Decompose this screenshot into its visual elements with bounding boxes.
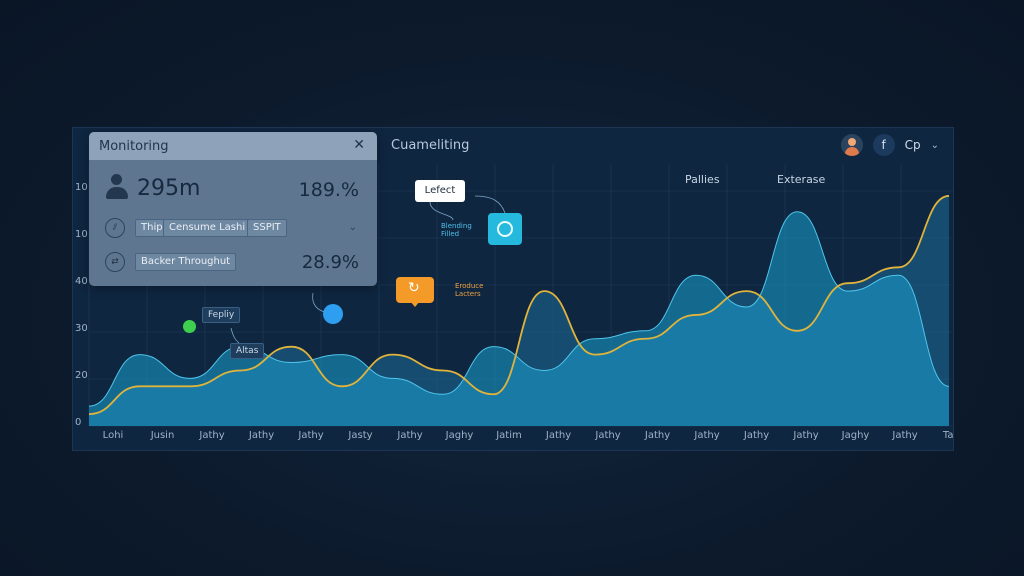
chip-backer[interactable]: Backer Throughut: [135, 253, 237, 271]
x-tick-label: Jathy: [199, 430, 225, 441]
x-tick-label: Jathy: [644, 430, 671, 441]
x-tick-label: Jathy: [595, 430, 621, 441]
x-tick-label: Jathy: [248, 430, 275, 441]
y-tick-label: 0: [75, 417, 82, 428]
secondary-percent: 28.9%: [301, 252, 359, 273]
user-icon: [105, 174, 129, 200]
row-chevron-icon[interactable]: ⌄: [349, 222, 357, 233]
close-icon[interactable]: ✕: [353, 137, 365, 153]
primary-value: 295m: [137, 176, 201, 201]
tag-fepliy[interactable]: Fepliy: [202, 307, 241, 323]
throughput-icon: ⇄: [105, 252, 125, 272]
y-tick-label: 40: [75, 276, 88, 287]
tag-altas[interactable]: Altas: [230, 343, 265, 359]
chart-icon: ⫽: [105, 218, 125, 238]
callout-label[interactable]: Lefect: [415, 180, 465, 202]
chip-sspit[interactable]: SSPIT: [247, 219, 287, 237]
x-tick-label: Jasty: [348, 430, 373, 441]
y-tick-label: 20: [75, 370, 88, 381]
column-label-pallies: Pallies: [685, 173, 720, 186]
x-tick-label: Jathy: [694, 430, 720, 441]
chip-censume[interactable]: Censume Lashi: [163, 219, 252, 237]
orange-note: Eroduce Lacters: [455, 282, 484, 298]
x-tick-label: Tagh: [942, 430, 954, 441]
x-tick-label: Jathy: [793, 430, 819, 441]
card-title: Monitoring: [99, 139, 169, 154]
card-header: Monitoring ✕: [89, 132, 377, 160]
refresh-icon[interactable]: [488, 213, 522, 245]
dashboard-panel: Cuameliting f Cp ⌄ Pallies Exterase 0 20 3…: [72, 127, 954, 451]
annotation-connector: [474, 195, 506, 214]
x-tick-label: Lohi: [102, 430, 124, 441]
x-tick-label: Jathy: [298, 430, 324, 441]
x-tick-label: Jusin: [150, 430, 175, 441]
facebook-icon[interactable]: f: [872, 134, 895, 156]
header-controls: f Cp ⌄: [840, 134, 939, 156]
blue-marker[interactable]: [323, 304, 343, 324]
avatar[interactable]: [840, 134, 863, 156]
primary-percent: 189.%: [298, 179, 359, 201]
annotation-connector: [429, 201, 454, 221]
y-tick-label: 10: [75, 229, 88, 240]
x-tick-label: Jaghy: [841, 430, 870, 441]
blue-note: Blending Filled: [441, 222, 472, 238]
column-label-exterase: Exterase: [777, 173, 826, 186]
green-marker[interactable]: [183, 320, 196, 333]
x-tick-label: Jathy: [743, 430, 770, 441]
sync-icon[interactable]: [396, 277, 434, 307]
chevron-down-icon[interactable]: ⌄: [931, 140, 939, 151]
x-tick-label: Jatim: [496, 430, 522, 441]
y-tick-label: 30: [75, 323, 88, 334]
annotation-connector: [230, 327, 240, 344]
header-title: Cuameliting: [391, 138, 470, 153]
y-tick-label: 10: [75, 182, 88, 193]
x-tick-label: Jathy: [545, 430, 572, 441]
monitoring-card: Monitoring ✕ 295m 189.% ⫽ Thip Censume L…: [89, 132, 377, 286]
x-tick-label: Jathy: [892, 430, 918, 441]
user-menu-label[interactable]: Cp: [905, 138, 921, 152]
x-tick-label: Jathy: [397, 430, 423, 441]
x-tick-label: Jaghy: [445, 430, 474, 441]
